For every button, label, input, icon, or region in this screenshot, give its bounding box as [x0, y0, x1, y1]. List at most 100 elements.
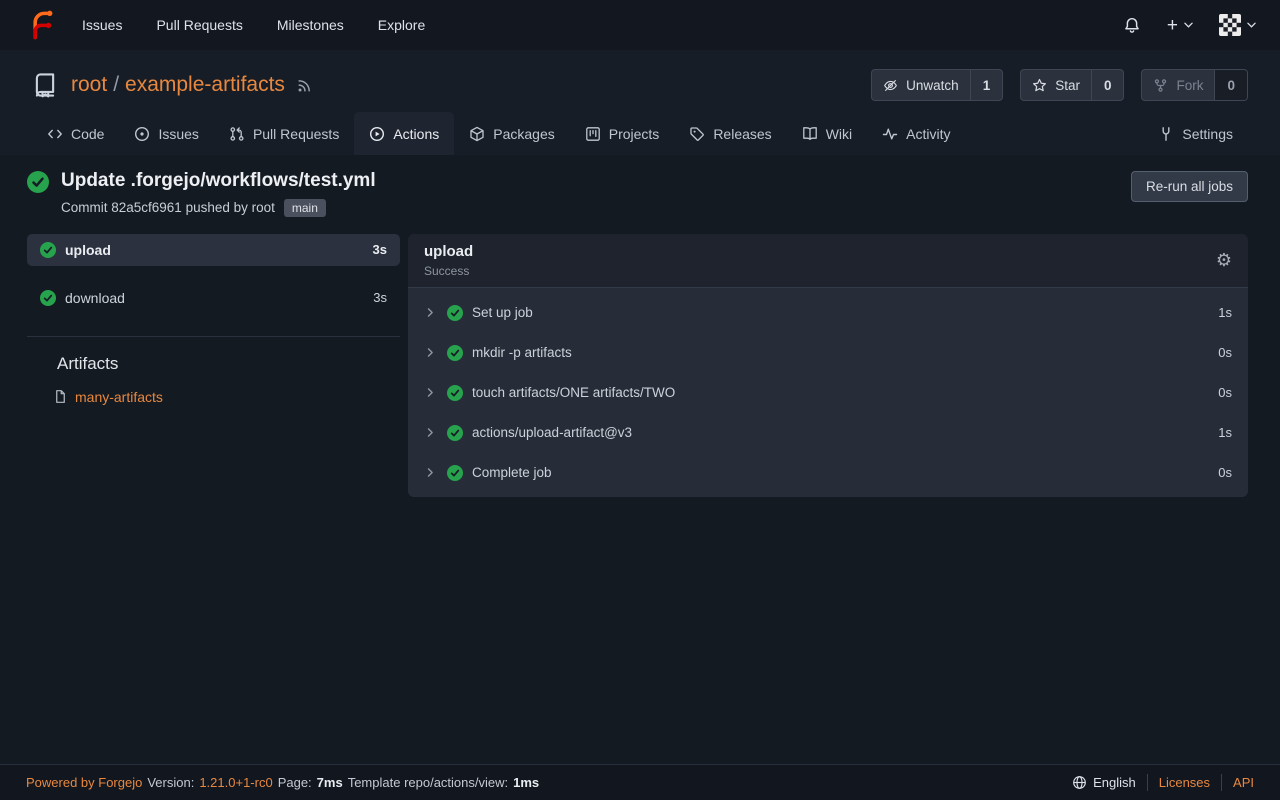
watch-button-group: Unwatch 1 [871, 69, 1003, 101]
avatar [1219, 14, 1241, 36]
step-row-setup[interactable]: Set up job 1s [408, 293, 1248, 333]
create-new-dropdown[interactable]: + [1167, 16, 1193, 35]
steps-list: Set up job 1s mkdir -p artifacts 0s touc… [408, 288, 1248, 497]
step-duration: 1s [1218, 425, 1232, 440]
tab-releases[interactable]: Releases [674, 112, 786, 155]
licenses-link[interactable]: Licenses [1159, 775, 1210, 790]
step-name: touch artifacts/ONE artifacts/TWO [472, 385, 675, 400]
pulse-icon [882, 126, 898, 142]
run-success-icon [27, 171, 49, 193]
nav-pull-requests[interactable]: Pull Requests [156, 17, 242, 33]
play-circle-icon [369, 126, 385, 142]
chevron-right-icon [424, 466, 437, 479]
repo-owner-link[interactable]: root [71, 73, 107, 97]
step-success-icon [447, 305, 463, 321]
star-button[interactable]: Star [1021, 70, 1091, 100]
page-time-value: 7ms [317, 775, 343, 790]
run-commit-line: Commit 82a5cf6961 pushed by root main [61, 199, 376, 217]
tab-pull-requests[interactable]: Pull Requests [214, 112, 354, 155]
tab-projects[interactable]: Projects [570, 112, 675, 155]
tab-activity[interactable]: Activity [867, 112, 965, 155]
fork-button-group: Fork 0 [1141, 69, 1248, 101]
nav-issues[interactable]: Issues [82, 17, 122, 33]
gear-icon[interactable]: ⚙ [1216, 251, 1232, 269]
breadcrumb: root / example-artifacts [71, 73, 285, 97]
commit-text: Commit 82a5cf6961 pushed by root [61, 200, 275, 215]
powered-by-link[interactable]: Powered by Forgejo [26, 775, 142, 790]
main-navigation: Issues Pull Requests Milestones Explore [82, 17, 425, 33]
artifact-item: many-artifacts [53, 389, 400, 405]
language-selector[interactable]: English [1072, 775, 1136, 790]
tab-packages[interactable]: Packages [454, 112, 569, 155]
tab-code[interactable]: Code [32, 112, 119, 155]
page-footer: Powered by Forgejo Version: 1.21.0+1-rc0… [0, 764, 1280, 800]
step-name: Complete job [472, 465, 552, 480]
repo-name-link[interactable]: example-artifacts [125, 73, 285, 97]
branch-badge[interactable]: main [284, 199, 326, 217]
version-label: Version: [147, 775, 194, 790]
step-success-icon [447, 385, 463, 401]
artifact-download-link[interactable]: many-artifacts [75, 389, 163, 405]
run-title: Update .forgejo/workflows/test.yml [61, 168, 376, 195]
plus-icon: + [1167, 16, 1178, 35]
step-duration: 1s [1218, 305, 1232, 320]
unwatch-button[interactable]: Unwatch [872, 70, 970, 100]
step-duration: 0s [1218, 465, 1232, 480]
code-icon [47, 126, 63, 142]
step-row-complete[interactable]: Complete job 0s [408, 453, 1248, 493]
stars-count[interactable]: 0 [1091, 70, 1124, 100]
chevron-right-icon [424, 306, 437, 319]
job-detail-name: upload [424, 243, 473, 260]
step-row-touch[interactable]: touch artifacts/ONE artifacts/TWO 0s [408, 373, 1248, 413]
job-detail-panel: upload Success ⚙ Set up job 1s mkdir -p … [408, 234, 1248, 497]
star-button-group: Star 0 [1020, 69, 1124, 101]
eye-slash-icon [883, 78, 898, 93]
nav-explore[interactable]: Explore [378, 17, 425, 33]
tab-actions[interactable]: Actions [354, 112, 454, 155]
chevron-down-icon [1184, 22, 1193, 28]
step-row-mkdir[interactable]: mkdir -p artifacts 0s [408, 333, 1248, 373]
bell-icon [1123, 16, 1141, 34]
chevron-right-icon [424, 426, 437, 439]
footer-divider [1221, 774, 1222, 791]
api-link[interactable]: API [1233, 775, 1254, 790]
chevron-down-icon [1247, 22, 1256, 28]
footer-divider [1147, 774, 1148, 791]
job-item-download[interactable]: download 3s [27, 282, 400, 314]
notifications-button[interactable] [1123, 16, 1141, 34]
tab-issues[interactable]: Issues [119, 112, 213, 155]
step-success-icon [447, 425, 463, 441]
step-name: Set up job [472, 305, 533, 320]
tab-wiki[interactable]: Wiki [787, 112, 867, 155]
job-item-upload[interactable]: upload 3s [27, 234, 400, 266]
repo-icon [32, 72, 58, 98]
package-icon [469, 126, 485, 142]
user-menu[interactable] [1219, 14, 1256, 36]
rss-icon[interactable] [296, 77, 313, 94]
pull-request-icon [229, 126, 245, 142]
issue-icon [134, 126, 150, 142]
top-navbar: Issues Pull Requests Milestones Explore … [0, 0, 1280, 50]
fork-button: Fork [1142, 70, 1214, 100]
job-duration: 3s [373, 290, 387, 305]
rerun-all-jobs-button[interactable]: Re-run all jobs [1131, 171, 1248, 202]
forks-count[interactable]: 0 [1214, 70, 1247, 100]
job-success-icon [40, 290, 56, 306]
tab-settings[interactable]: Settings [1143, 112, 1248, 155]
step-name: actions/upload-artifact@v3 [472, 425, 632, 440]
watchers-count[interactable]: 1 [970, 70, 1003, 100]
job-name: upload [65, 242, 111, 258]
forgejo-logo[interactable] [26, 10, 56, 40]
job-duration: 3s [373, 242, 387, 257]
tag-icon [689, 126, 705, 142]
version-link[interactable]: 1.21.0+1-rc0 [199, 775, 272, 790]
book-icon [802, 126, 818, 142]
jobs-sidebar: upload 3s download 3s Artifacts many-art… [27, 234, 400, 405]
nav-milestones[interactable]: Milestones [277, 17, 344, 33]
page-time-label: Page: [278, 775, 312, 790]
step-row-upload-artifact[interactable]: actions/upload-artifact@v3 1s [408, 413, 1248, 453]
job-name: download [65, 290, 125, 306]
project-icon [585, 126, 601, 142]
artifacts-heading: Artifacts [57, 354, 400, 374]
job-detail-status: Success [424, 264, 473, 278]
